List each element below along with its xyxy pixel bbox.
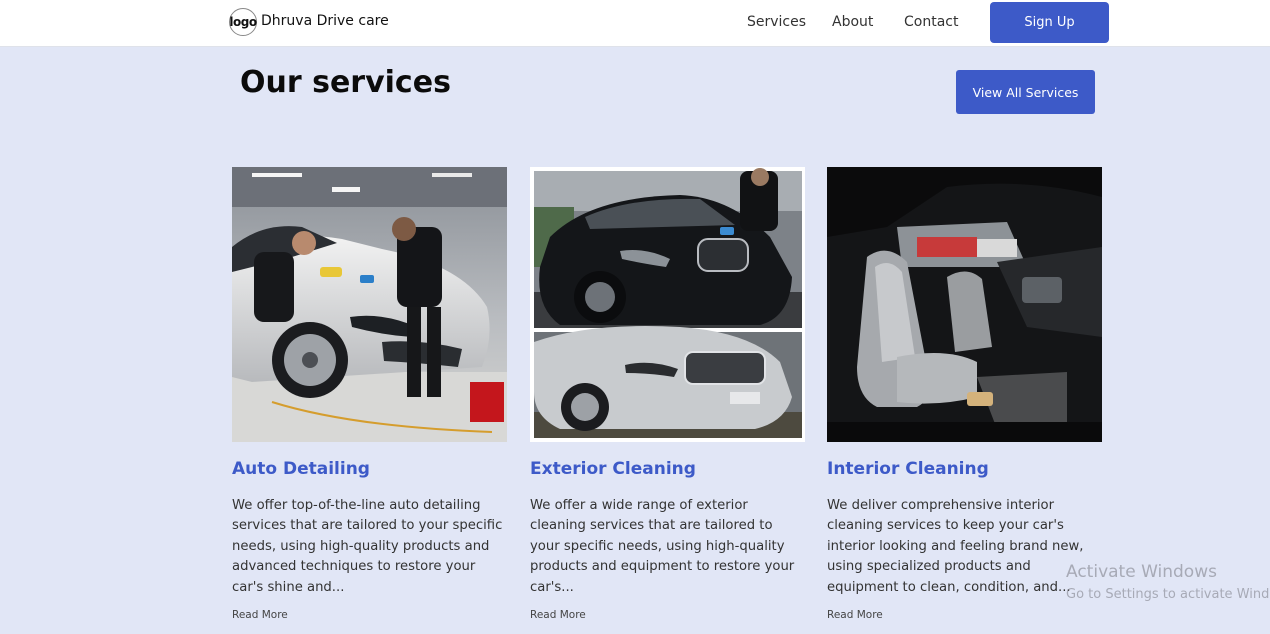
card-description: We deliver comprehensive interior cleani… [827, 498, 1084, 595]
service-card-auto-detailing: Auto Detailing We offer top-of-the-line … [232, 167, 508, 621]
read-more-link[interactable]: Read More [232, 609, 288, 621]
nav-link-about[interactable]: About [832, 14, 873, 30]
exterior-cleaning-photo [530, 167, 805, 442]
card-description: We offer a wide range of exterior cleani… [530, 498, 795, 595]
service-card-exterior-cleaning: Exterior Cleaning We offer a wide range … [530, 167, 806, 621]
activate-windows-subtext: Go to Settings to activate Windows. [1066, 587, 1270, 602]
read-more-link[interactable]: Read More [530, 609, 586, 621]
read-more-link[interactable]: Read More [827, 609, 883, 621]
navbar: logo Dhruva Drive care Services About Co… [0, 0, 1270, 47]
car-detailing-photo [232, 167, 507, 442]
sign-up-button[interactable]: Sign Up [990, 2, 1109, 43]
card-title[interactable]: Auto Detailing [232, 459, 370, 479]
service-card-interior-cleaning: Interior Cleaning We deliver comprehensi… [827, 167, 1103, 621]
activate-windows-watermark: Activate Windows [1066, 562, 1217, 582]
view-all-services-button[interactable]: View All Services [956, 70, 1095, 114]
card-description: We offer top-of-the-line auto detailing … [232, 498, 503, 595]
brand-name[interactable]: Dhruva Drive care [261, 13, 389, 29]
interior-cleaning-photo [827, 167, 1102, 442]
section-title: Our services [240, 65, 451, 100]
nav-link-contact[interactable]: Contact [904, 14, 958, 30]
logo[interactable]: logo [229, 8, 257, 36]
card-title[interactable]: Interior Cleaning [827, 459, 989, 479]
card-title[interactable]: Exterior Cleaning [530, 459, 696, 479]
nav-link-services[interactable]: Services [747, 14, 806, 30]
